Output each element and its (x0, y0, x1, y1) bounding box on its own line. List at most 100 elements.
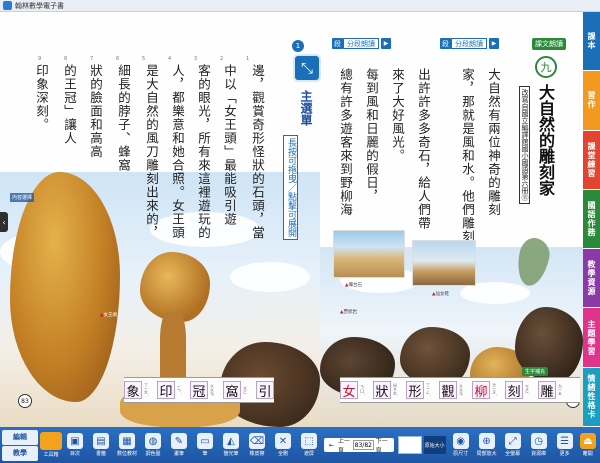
vocab-zhuyin: ㄋㄩˇ (360, 385, 365, 395)
learn-more-tag[interactable]: 生字補充 (522, 367, 549, 376)
page-input[interactable]: 83/82 (352, 440, 374, 450)
text-column: 人，都樂意和她合照。女王頭 (170, 64, 185, 240)
section-read-2[interactable]: 段 分段朗讀 ▶ (440, 38, 499, 49)
vocab-item[interactable]: 柳ㄌㄧㄡˇ (472, 381, 497, 400)
toolbar-tool[interactable]: ✎ 畫筆 (166, 428, 192, 462)
toolbar-tool[interactable]: ▤ 書籤 (88, 428, 114, 462)
toolbar-tool[interactable]: ✕ 全刪 (270, 428, 296, 462)
vocab-zhuyin: ㄒㄧㄥˊ (426, 383, 431, 397)
tool-icon: ⌫ (249, 433, 265, 449)
vocab-item[interactable]: 觀ㄍㄨㄢ (439, 381, 464, 400)
content-select-tag[interactable]: 內容選擇 (10, 193, 35, 202)
side-tab-item[interactable]: 教學資源 (583, 249, 600, 309)
character: 奇 (250, 118, 265, 132)
vocab-item[interactable]: 狀ㄓㄨㄤˋ (373, 381, 398, 400)
character: 給 (416, 176, 431, 190)
character: ， (170, 77, 185, 92)
tool-label: 調色盤 (145, 451, 161, 457)
vocab-item[interactable]: 雕ㄉㄧㄠ (538, 381, 563, 400)
character: 蜂 (116, 145, 131, 159)
lesson-read-button[interactable]: 課文朗讀 (532, 38, 566, 50)
character: 日 (364, 122, 379, 136)
side-tab-item[interactable]: 主題學習 (583, 308, 600, 368)
toolbar-tool[interactable]: ⊕ 局部放大 (474, 428, 500, 462)
side-tab-item[interactable]: 課堂練習 (583, 130, 600, 190)
character: 細 (116, 64, 131, 78)
photo-candle-rock[interactable] (333, 230, 405, 278)
toolbar-tool[interactable]: ◭ 螢光筆 (218, 428, 244, 462)
character: 「 (222, 91, 237, 105)
character: 和 (460, 149, 475, 163)
vocab-item[interactable]: 女ㄋㄩˇ (340, 381, 365, 400)
toolbox-button[interactable]: 工具箱 (40, 428, 62, 462)
side-tab-item[interactable]: 習作 (583, 71, 600, 131)
character: 賞 (250, 104, 265, 119)
play-icon[interactable]: ▶ (489, 38, 499, 49)
character: 多 (416, 108, 431, 123)
character: 出 (416, 68, 431, 82)
character: ， (416, 162, 431, 177)
character: 出 (144, 185, 159, 200)
toolbar-tool[interactable]: ⌫ 橡皮擦 (244, 428, 270, 462)
toolbar-tool[interactable]: ▣ 目次 (62, 428, 88, 462)
vocab-character: 窩 (223, 381, 241, 400)
character: 石 (416, 149, 431, 163)
character: 風 (144, 131, 159, 146)
left-drawer-handle[interactable]: ‹ (0, 212, 8, 232)
toolbar-tool[interactable]: ⤢ 全螢幕 (500, 428, 526, 462)
edit-mode-button[interactable]: 編輯 (2, 429, 38, 445)
character: 窩 (116, 158, 131, 173)
vocab-item[interactable]: 象ㄒㄧㄤˋ (124, 381, 149, 400)
character: 。 (460, 176, 475, 190)
toolbar-tool[interactable]: ◍ 調色盤 (140, 428, 166, 462)
vocab-item[interactable]: 印ㄧㄣˋ (157, 381, 182, 400)
toolbar-tool[interactable]: ▭ 筆 (192, 428, 218, 462)
prev-page-button[interactable]: 上一頁 (338, 436, 351, 454)
side-tab-item[interactable]: 課本 (583, 12, 600, 72)
section-read-1[interactable]: 段 分段朗讀 ▶ (332, 38, 391, 49)
text-column: 是大自然的風刀雕刻出來的， (144, 64, 159, 240)
vocab-item[interactable]: 形ㄒㄧㄥˊ (406, 381, 431, 400)
exit-button[interactable]: ⏏ 離開 (578, 428, 598, 462)
character: 頭 (250, 199, 265, 213)
character: ， (196, 118, 211, 132)
fit-size-button[interactable]: 原始大小 (423, 436, 446, 454)
character: 意 (170, 118, 185, 132)
vocab-zhuyin: ㄎㄜˋ (525, 385, 530, 395)
tool-label: 更多 (559, 451, 570, 457)
side-tab-item[interactable]: 情緒性格卡 (583, 367, 600, 427)
book-spread: 內容選擇 ‹ 987654321 印象深刻。 的王冠」讓人 狀的臉面和高高 細長的脖子… (0, 12, 583, 427)
vocab-zhuyin: ㄧㄣˇ (276, 385, 281, 395)
vocab-item[interactable]: 引ㄧㄣˇ (256, 381, 281, 400)
next-page-button[interactable]: 下一頁 (376, 436, 389, 454)
photo-caption: ▲蕈狀岩 (340, 310, 357, 315)
photo-fairy-shoe[interactable] (412, 240, 476, 286)
tool-label: 原尺寸 (453, 451, 469, 457)
toolbar-tool[interactable]: ▦ 數位教材 (114, 428, 140, 462)
play-icon[interactable]: ▶ (381, 38, 391, 49)
teach-mode-button[interactable]: 教學 (2, 445, 38, 461)
vocab-item[interactable]: 刻ㄎㄜˋ (505, 381, 530, 400)
vocab-item[interactable]: 窩ㄨㄛ (223, 381, 248, 400)
toolbar-tool[interactable]: ◷ 資源庫 (526, 428, 552, 462)
side-tab-item[interactable]: 國語作務 (583, 189, 600, 250)
ruler-mark: 8 (64, 56, 68, 62)
vocab-item[interactable]: 冠ㄍㄨㄢ (190, 381, 215, 400)
character: 遊 (196, 199, 211, 213)
main-menu-button[interactable]: ⤡ (293, 54, 321, 82)
first-page-icon[interactable]: ⇤ (329, 442, 334, 449)
toolbar-tool[interactable]: ◉ 原尺寸 (448, 428, 474, 462)
page-thumbnail[interactable] (397, 436, 422, 454)
text-column: 家，那就是風和水。他們雕刻 (460, 68, 475, 244)
character: 那 (460, 95, 475, 109)
character: 和 (88, 118, 103, 132)
toolbar-tool[interactable]: ⬚ 遮屏 (296, 428, 322, 462)
photo-caption: ▲仙女鞋 (432, 292, 449, 297)
character: 的 (364, 149, 379, 163)
character: 讓 (62, 118, 77, 132)
toolbar-tool[interactable]: ☰ 更多 (552, 428, 578, 462)
tool-label: 遮屏 (303, 451, 314, 457)
character: 象 (34, 77, 49, 92)
vocab-character: 柳 (472, 381, 490, 400)
menu-badge[interactable]: 1 (291, 39, 305, 53)
